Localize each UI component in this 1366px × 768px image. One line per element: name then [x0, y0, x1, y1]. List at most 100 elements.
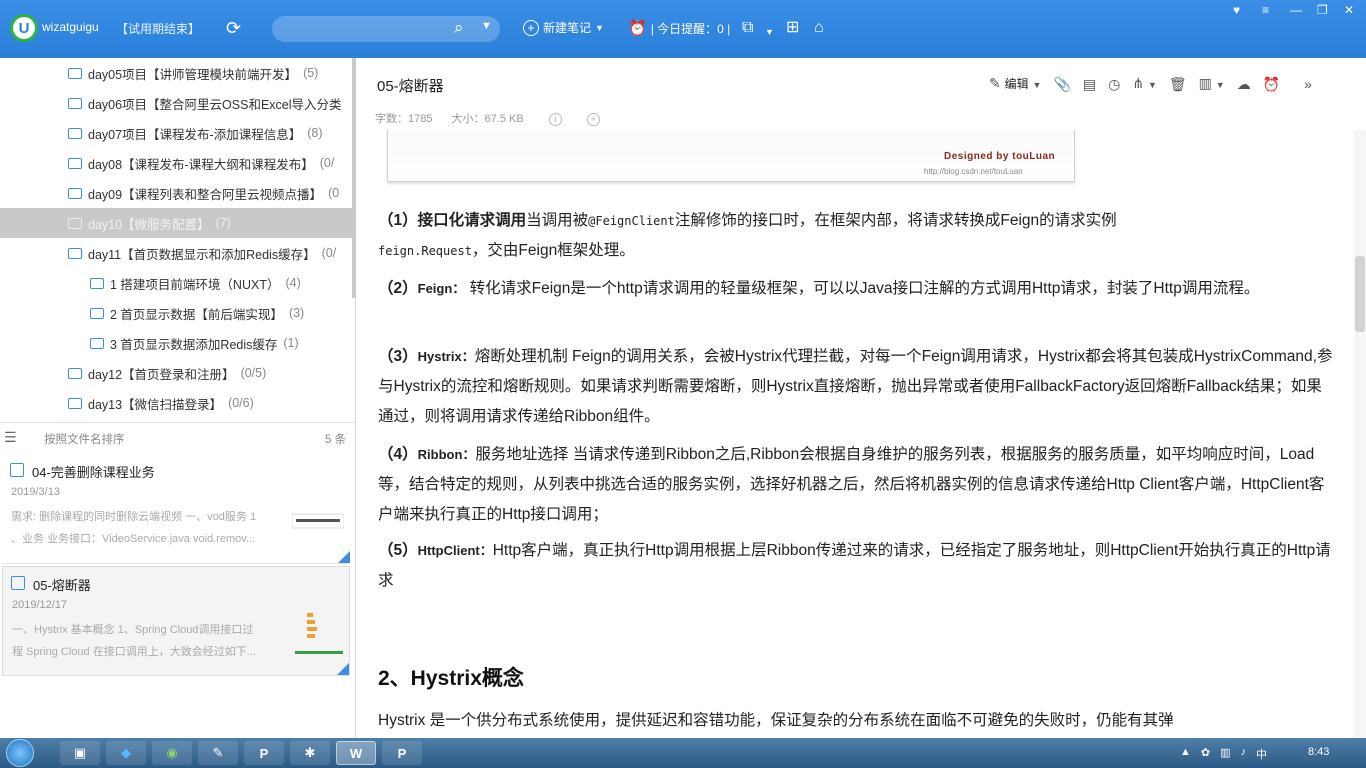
paragraph-number: （4）	[378, 446, 418, 463]
share-icon[interactable]: ⋔ ▼	[1132, 74, 1157, 94]
folder-item[interactable]: day05项目【讲师管理模块前端开发】 (5)	[0, 58, 352, 88]
folder-icon	[68, 127, 82, 139]
sort-bar[interactable]: ☰ 按照文件名排序 5 条	[0, 422, 356, 450]
paragraph-6: Hystrix 是一个供分布式系统使用，提供延迟和容错功能，保证复杂的分布系统在…	[378, 712, 1174, 729]
taskbar-app-vscode[interactable]: ◆	[106, 741, 146, 765]
subfolder-item[interactable]: 2 首页显示数据【前后端实现】 (3)	[0, 298, 352, 328]
edit-label: 编辑	[1004, 77, 1029, 91]
taskbar-app-explorer[interactable]: ✎	[198, 741, 238, 765]
sync-icon[interactable]: ⟳	[226, 18, 241, 38]
trial-status[interactable]: 【试用期结束】	[116, 20, 200, 37]
note-meta: 字数：1785 大小：67.5 KB i +	[375, 110, 616, 126]
image-url: http://blog.csdn.net/touLuan	[924, 167, 1023, 176]
tray-app-icon[interactable]: ✿	[1201, 746, 1210, 762]
account-name[interactable]: wizatguigu	[42, 20, 99, 34]
note-scrollbar-thumb[interactable]	[1355, 256, 1365, 332]
subfolder-item[interactable]: 3 首页显示数据添加Redis缓存 (1)	[0, 328, 352, 358]
chevron-down-icon[interactable]: ▼	[481, 20, 492, 32]
taskbar-app-tool[interactable]: ✱	[290, 741, 330, 765]
search-input[interactable]	[272, 16, 500, 42]
folder-icon	[68, 397, 82, 409]
home-icon[interactable]: ⌂	[814, 18, 824, 38]
paragraph-text: 服务地址选择 当请求传递到Ribbon之后,Ribbon会根据自身维护的服务列表…	[378, 446, 1325, 523]
tray-volume-icon[interactable]: ♪	[1241, 746, 1247, 762]
folder-item[interactable]: day11【首页数据显示和添加Redis缓存】 (0/	[0, 238, 352, 268]
note-list-item-active[interactable]: 05-熔断器 2019/12/17 一、Hystrix 基本概念 1、Sprin…	[2, 566, 350, 676]
taskbar-app-browser[interactable]: ◉	[152, 741, 192, 765]
start-button[interactable]	[6, 739, 34, 767]
expand-icon[interactable]: »	[1304, 75, 1312, 93]
subfolder-item[interactable]: 1 搭建项目前端环境（NUXT） (4)	[0, 268, 352, 298]
note-scrollbar-track[interactable]	[1354, 130, 1366, 738]
note-thumbnail	[295, 613, 343, 654]
folder-item[interactable]: day08【课程发布-课程大纲和课程发布】 (0/	[0, 148, 352, 178]
new-note-button[interactable]: + 新建笔记 ▼	[523, 19, 604, 36]
chevron-down-icon: ▼	[595, 22, 604, 33]
note-date: 2019/12/17	[12, 599, 68, 611]
info-icon[interactable]: i	[548, 113, 562, 126]
folder-item[interactable]: day06项目【整合阿里云OSS和Excel导入分类	[0, 88, 352, 118]
reading-mode-icon[interactable]: ▥ ▼	[1199, 74, 1225, 94]
system-tray: ▲ ✿ ▥ ♪ 中	[1180, 746, 1267, 762]
folder-icon	[68, 97, 82, 109]
menu-icon[interactable]: ≡	[1262, 3, 1269, 17]
folder-label: day05项目【讲师管理模块前端开发】	[88, 67, 298, 82]
apps-grid-icon[interactable]: ⊞	[786, 18, 799, 38]
search-icon[interactable]: ⌕	[454, 18, 464, 38]
folder-label: 3 首页显示数据添加Redis缓存	[110, 337, 278, 352]
plus-icon: +	[523, 19, 539, 36]
paragraph-text: 当调用被	[526, 212, 589, 229]
embedded-image[interactable]: Designed by touLuan http://blog.csdn.net…	[387, 130, 1075, 182]
note-title-heading[interactable]: 05-熔断器	[377, 75, 444, 96]
tray-arrow-icon[interactable]: ▲	[1180, 746, 1191, 762]
folder-count: (8)	[307, 126, 323, 140]
note-count: 5 条	[325, 434, 347, 446]
attachment-icon[interactable]: 📎	[1053, 75, 1070, 93]
window-mode-icon[interactable]: ⧉	[742, 18, 753, 38]
reminder-button[interactable]: ⏰ | 今日提醒：0 |	[628, 19, 730, 37]
history-icon[interactable]: ◷	[1108, 75, 1120, 93]
folder-item[interactable]: day12【首页登录和注册】 (0/5)	[0, 358, 352, 388]
paragraph-number: （2）	[378, 280, 418, 297]
folder-item[interactable]: day13【微信扫描登录】 (0/6)	[0, 388, 352, 418]
folder-label: 1 搭建项目前端环境（NUXT）	[110, 277, 280, 292]
maximize-icon[interactable]: ❐	[1317, 3, 1328, 17]
clock[interactable]: 8:43	[1308, 746, 1329, 758]
tray-network-icon[interactable]: ▥	[1220, 746, 1230, 762]
reminder-label: | 今日提醒：0 |	[650, 21, 731, 36]
taskbar-app-p2[interactable]: P	[382, 741, 422, 765]
paragraph-4: （4）Ribbon：服务地址选择 当请求传递到Ribbon之后,Ribbon会根…	[378, 440, 1333, 530]
edit-button[interactable]: ✎ 编辑 ▼	[989, 74, 1041, 94]
folder-icon	[90, 337, 104, 349]
comment-icon[interactable]: ▤	[1083, 75, 1096, 93]
folder-label: day09【课程列表和整合阿里云视频点播】	[88, 187, 323, 202]
add-tag-icon[interactable]: +	[586, 113, 600, 126]
cloud-icon[interactable]: ☁	[1237, 75, 1251, 93]
taskbar-app-intellij[interactable]: ▣	[60, 741, 100, 765]
folder-icon	[68, 247, 82, 259]
section-heading: 2、Hystrix概念	[378, 667, 524, 690]
minimize-icon[interactable]: —	[1290, 3, 1302, 17]
sort-label[interactable]: 按照文件名排序	[44, 431, 125, 447]
close-icon[interactable]: ✕	[1344, 3, 1354, 17]
folder-item-selected[interactable]: day10【微服务配置】 (7)	[0, 208, 352, 238]
tree-scrollbar[interactable]	[352, 58, 356, 298]
folder-item[interactable]: day07项目【课程发布-添加课程信息】 (8)	[0, 118, 352, 148]
taskbar-app-wiz[interactable]: W	[336, 741, 376, 765]
paragraph-text: 熔断处理机制 Feign的调用关系，会被Hystrix代理拦截，对每一个Feig…	[378, 348, 1333, 425]
reminder-icon[interactable]: ⏰	[1263, 75, 1280, 93]
delete-icon[interactable]: 🗑	[1169, 75, 1187, 93]
folder-label: day06项目【整合阿里云OSS和Excel导入分类	[88, 97, 342, 112]
folder-item[interactable]: day09【课程列表和整合阿里云视频点播】 (0	[0, 178, 352, 208]
skin-icon[interactable]: ♥	[1233, 3, 1240, 17]
note-size: 大小：67.5 KB	[451, 113, 524, 125]
folder-label: day13【微信扫描登录】	[88, 397, 223, 412]
tray-ime-icon[interactable]: 中	[1256, 746, 1267, 762]
taskbar-app-p[interactable]: P	[244, 741, 284, 765]
chevron-down-icon[interactable]: ▼	[765, 22, 774, 42]
folder-label: day12【首页登录和注册】	[88, 367, 235, 382]
list-view-icon[interactable]: ☰	[4, 430, 17, 444]
note-corner-tag	[338, 551, 350, 563]
note-list-item[interactable]: 04-完善删除课程业务 2019/3/13 需求: 删除课程的同时删除云端视频 …	[2, 454, 350, 564]
image-caption: Designed by touLuan	[944, 151, 1056, 162]
